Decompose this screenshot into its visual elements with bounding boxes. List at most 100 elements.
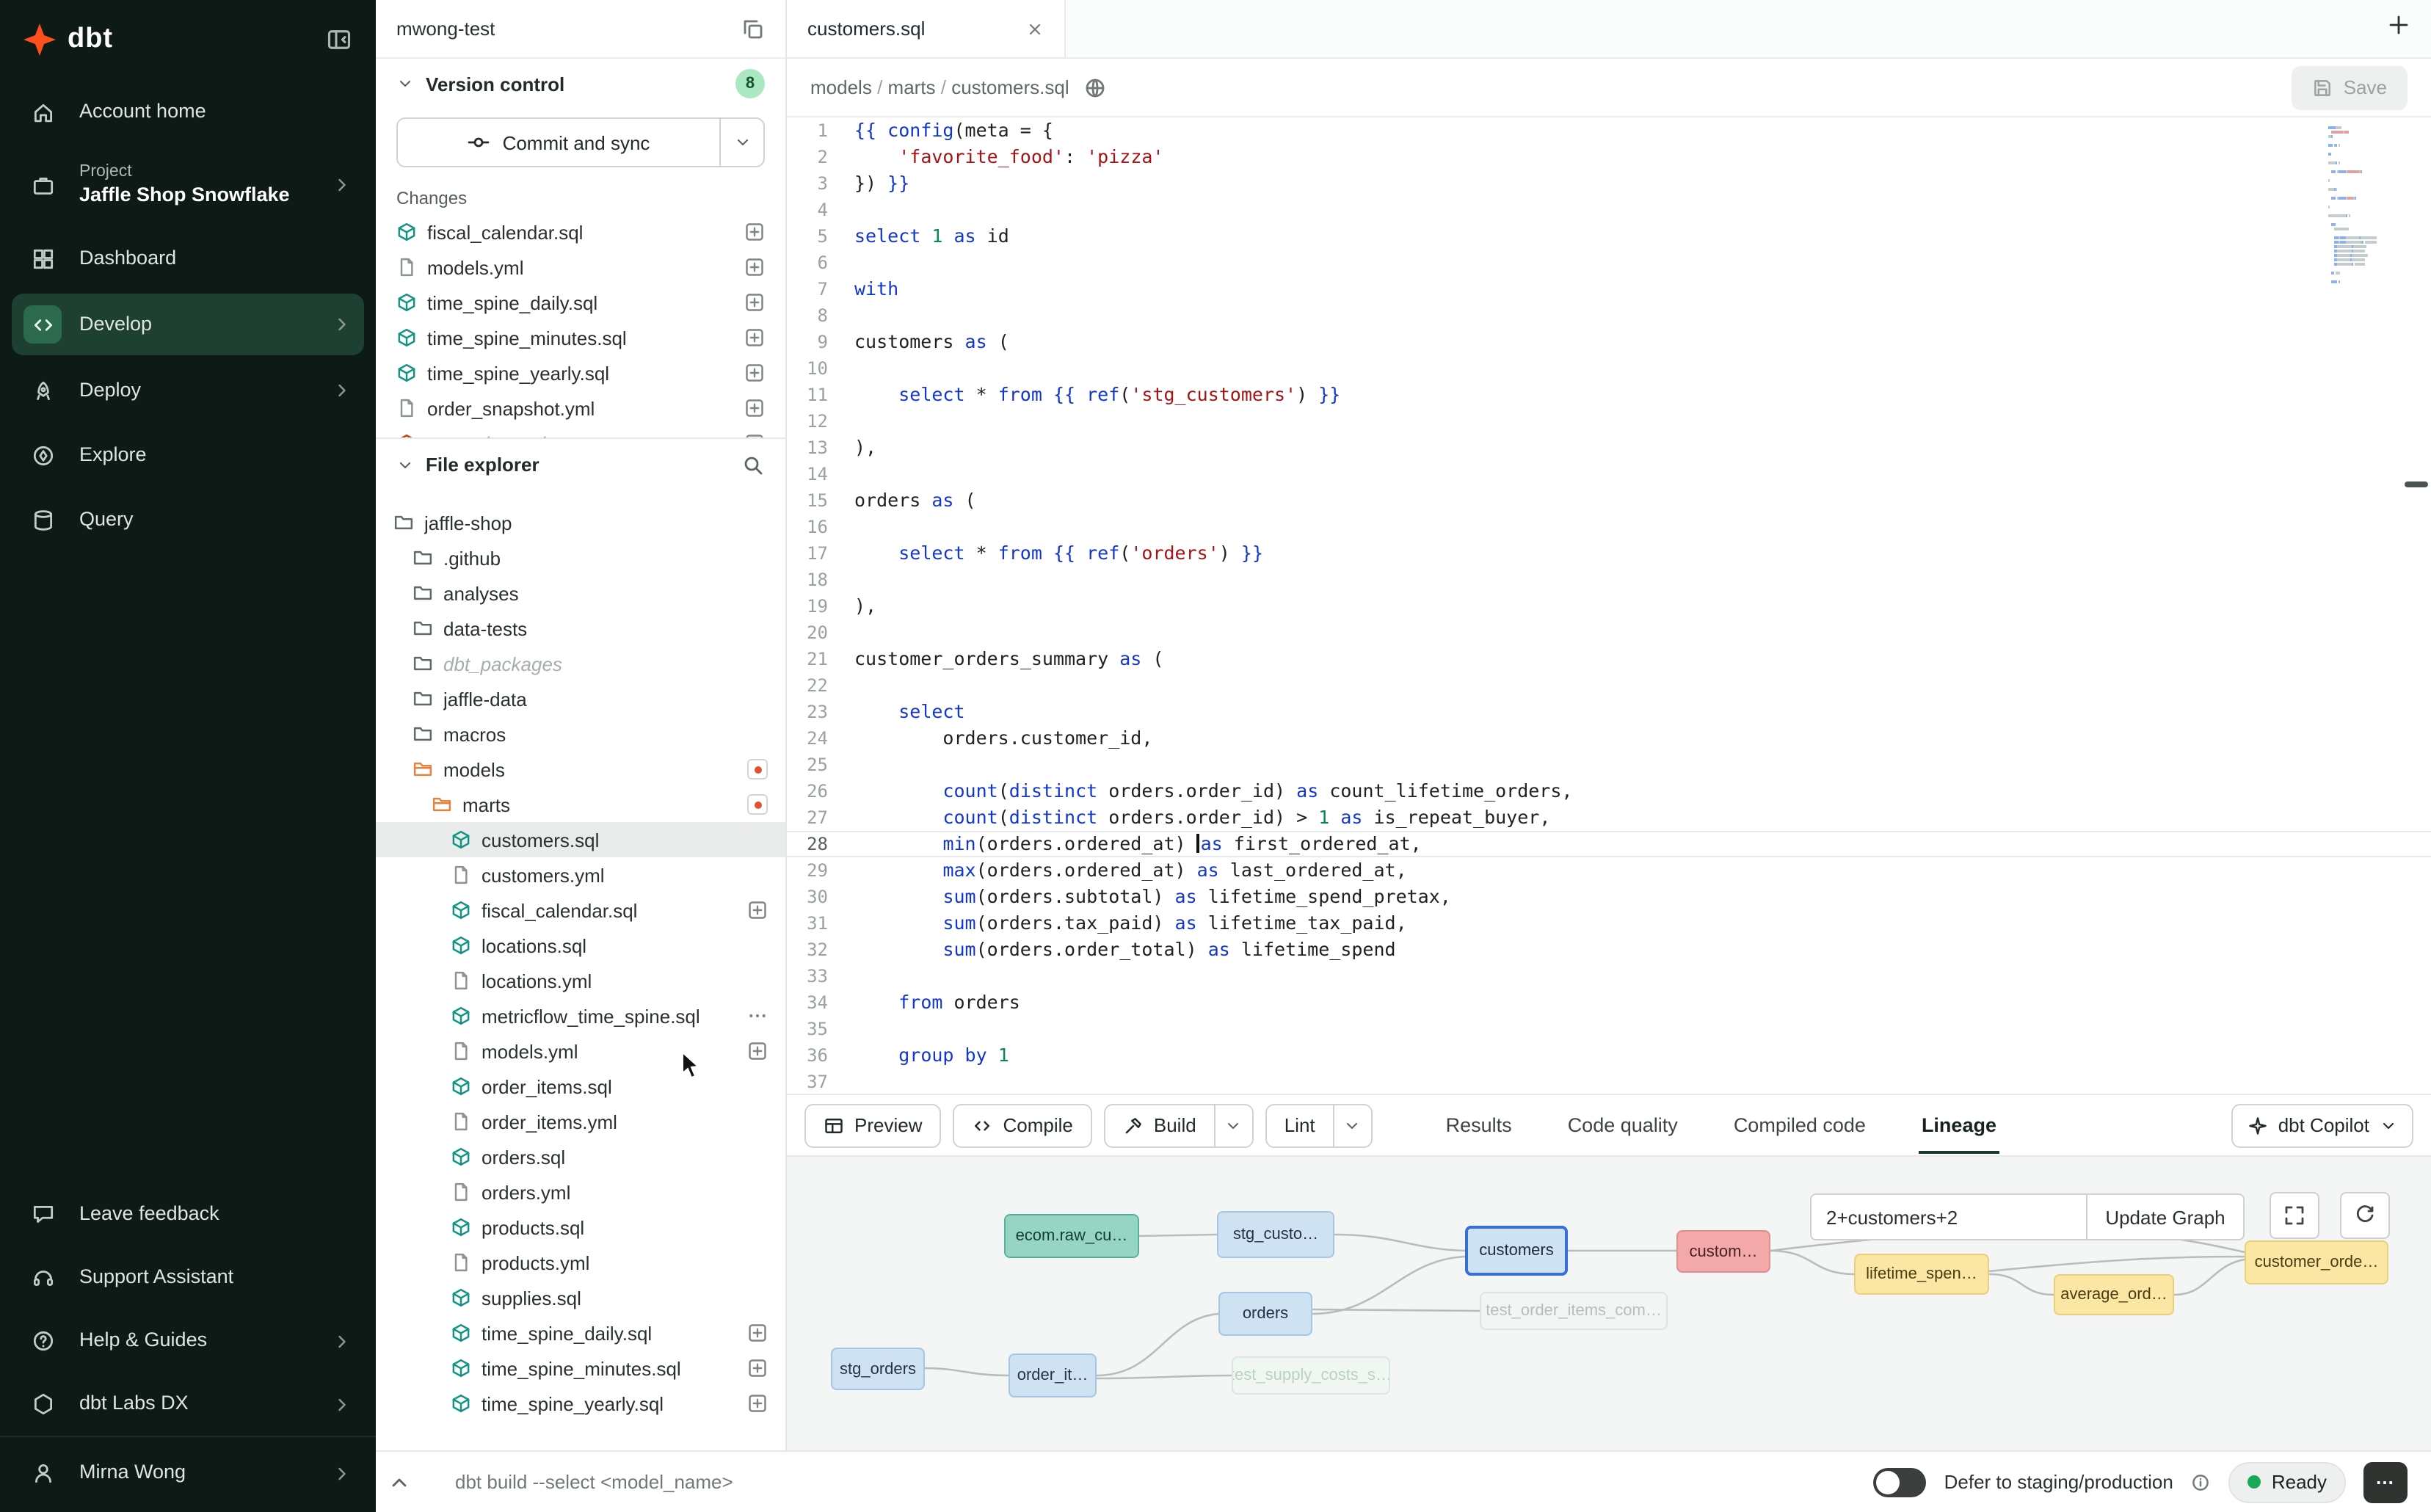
sidebar-item-mirna-wong[interactable]: Mirna Wong (0, 1436, 376, 1509)
file-tree-item-github[interactable]: .github (376, 540, 785, 575)
file-tree-item-time-spine-minutes-sql[interactable]: time_spine_minutes.sql (376, 1351, 785, 1386)
code-line-15[interactable]: 15orders as ( (787, 487, 2431, 514)
save-button[interactable]: Save (2292, 65, 2408, 109)
code-line-27[interactable]: 27 count(distinct orders.order_id) > 1 a… (787, 804, 2431, 831)
code-line-10[interactable]: 10 (787, 355, 2431, 382)
more-options-button[interactable]: … (2363, 1461, 2408, 1502)
lint-button[interactable]: Lint (1265, 1103, 1373, 1147)
file-tree-item-jaffle-data[interactable]: jaffle-data (376, 681, 785, 716)
sidebar-item-leave-feedback[interactable]: Leave feedback (0, 1183, 376, 1246)
search-icon[interactable] (741, 453, 765, 476)
code-line-21[interactable]: 21customer_orders_summary as ( (787, 646, 2431, 672)
file-tree-item-analyses[interactable]: analyses (376, 575, 785, 611)
defer-toggle[interactable] (1874, 1467, 1927, 1497)
sidebar-item-account-home[interactable]: Account home (0, 79, 376, 144)
file-tree-item-order-items-yml[interactable]: order_items.yml (376, 1104, 785, 1139)
change-item-time-spine-daily-sql[interactable]: time_spine_daily.sql (376, 285, 785, 320)
code-line-22[interactable]: 22 (787, 672, 2431, 699)
tab-customers-sql[interactable]: customers.sql (787, 0, 1066, 57)
change-item-time-spine-yearly-sql[interactable]: time_spine_yearly.sql (376, 355, 785, 390)
tab-code-quality[interactable]: Code quality (1565, 1098, 1681, 1152)
code-line-16[interactable]: 16 (787, 514, 2431, 540)
lineage-node-average-ord[interactable]: average_ord… (2054, 1274, 2174, 1315)
code-line-37[interactable]: 37 (787, 1069, 2431, 1094)
change-item-fiscal-calendar-sql[interactable]: fiscal_calendar.sql (376, 214, 785, 250)
chevron-up-icon[interactable] (388, 1470, 411, 1494)
sidebar-item-query[interactable]: Query (0, 487, 376, 552)
file-tree-item-marts[interactable]: marts (376, 787, 785, 822)
lineage-node-lifetime-spen[interactable]: lifetime_spen… (1854, 1254, 1989, 1295)
code-line-12[interactable]: 12 (787, 408, 2431, 435)
plus-icon[interactable] (2387, 13, 2410, 37)
info-icon[interactable] (2191, 1472, 2212, 1492)
collapse-sidebar-icon[interactable] (326, 26, 352, 53)
file-tree-item-time-spine-daily-sql[interactable]: time_spine_daily.sql (376, 1315, 785, 1351)
sidebar-item-dbt-labs-dx[interactable]: dbt Labs DX (0, 1373, 376, 1436)
code-line-30[interactable]: 30 sum(orders.subtotal) as lifetime_spen… (787, 884, 2431, 910)
lineage-node-customer-orde[interactable]: customer_orde… (2245, 1240, 2388, 1284)
code-line-34[interactable]: 34 from orders (787, 989, 2431, 1016)
code-line-5[interactable]: 5select 1 as id (787, 223, 2431, 250)
lineage-node-ecom-raw-cu[interactable]: ecom.raw_cu… (1004, 1214, 1139, 1258)
plus-square-icon[interactable] (744, 222, 765, 242)
file-tree-item-supplies-sql[interactable]: supplies.sql (376, 1280, 785, 1315)
preview-button[interactable]: Preview (804, 1103, 942, 1147)
code-line-36[interactable]: 36 group by 1 (787, 1042, 2431, 1069)
change-item-time-spine-minutes-sql[interactable]: time_spine_minutes.sql (376, 320, 785, 355)
compile-button[interactable]: Compile (953, 1103, 1092, 1147)
file-tree-item-models-yml[interactable]: models.yml (376, 1033, 785, 1069)
file-tree-item-macros[interactable]: macros (376, 716, 785, 752)
plus-square-icon[interactable] (744, 327, 765, 348)
lineage-node-stg-orders[interactable]: stg_orders (831, 1348, 925, 1390)
plus-square-icon[interactable] (747, 1041, 768, 1061)
code-line-9[interactable]: 9customers as ( (787, 329, 2431, 355)
sidebar-item-help-guides[interactable]: Help & Guides (0, 1309, 376, 1373)
plus-square-icon[interactable] (747, 1393, 768, 1414)
change-item-stg-orders-sql[interactable]: stg_orders.sql (376, 426, 785, 437)
lineage-node-order-it[interactable]: order_it… (1009, 1353, 1097, 1397)
file-tree-item-data-tests[interactable]: data-tests (376, 611, 785, 646)
lineage-fullscreen-button[interactable] (2270, 1192, 2319, 1239)
plus-square-icon[interactable] (744, 398, 765, 418)
code-line-2[interactable]: 2 'favorite_food': 'pizza' (787, 144, 2431, 170)
docs-icon[interactable] (1084, 76, 1108, 99)
lineage-refresh-button[interactable] (2340, 1192, 2390, 1239)
code-line-31[interactable]: 31 sum(orders.tax_paid) as lifetime_tax_… (787, 910, 2431, 937)
update-graph-button[interactable]: Update Graph (2086, 1193, 2245, 1240)
lineage-node-orders[interactable]: orders (1218, 1292, 1312, 1336)
file-tree-item-orders-sql[interactable]: orders.sql (376, 1139, 785, 1174)
change-item-models-yml[interactable]: models.yml (376, 250, 785, 285)
kebab-icon[interactable] (747, 1006, 768, 1026)
tab-lineage[interactable]: Lineage (1919, 1098, 1999, 1152)
plus-square-icon[interactable] (744, 363, 765, 383)
editor-minimap[interactable] (2328, 126, 2413, 289)
code-line-4[interactable]: 4 (787, 197, 2431, 223)
code-line-11[interactable]: 11 select * from {{ ref('stg_customers')… (787, 382, 2431, 408)
copy-icon[interactable] (741, 17, 765, 40)
sidebar-item-develop[interactable]: Develop (12, 294, 364, 355)
code-line-32[interactable]: 32 sum(orders.order_total) as lifetime_s… (787, 937, 2431, 963)
breadcrumb-models[interactable]: models (810, 76, 872, 98)
breadcrumb-marts[interactable]: marts (888, 76, 936, 98)
code-line-8[interactable]: 8 (787, 302, 2431, 329)
lineage-node-stg-custo[interactable]: stg_custo… (1217, 1211, 1334, 1258)
code-line-33[interactable]: 33 (787, 963, 2431, 989)
file-tree-item-time-spine-yearly-sql[interactable]: time_spine_yearly.sql (376, 1386, 785, 1421)
editor-scrollbar-thumb[interactable] (2405, 481, 2428, 487)
file-tree-item-dbt-packages[interactable]: dbt_packages (376, 646, 785, 681)
sidebar-item-project[interactable]: ProjectJaffle Shop Snowflake (0, 144, 376, 226)
code-line-6[interactable]: 6 (787, 250, 2431, 276)
plus-square-icon[interactable] (747, 1323, 768, 1343)
plus-square-icon[interactable] (744, 257, 765, 277)
code-line-3[interactable]: 3}) }} (787, 170, 2431, 197)
file-tree-item-customers-yml[interactable]: customers.yml (376, 857, 785, 893)
file-tree-item-models[interactable]: models (376, 752, 785, 787)
code-line-29[interactable]: 29 max(orders.ordered_at) as last_ordere… (787, 857, 2431, 884)
version-control-header[interactable]: Version control 8 (376, 59, 785, 109)
code-line-20[interactable]: 20 (787, 619, 2431, 646)
file-tree-item-fiscal-calendar-sql[interactable]: fiscal_calendar.sql (376, 893, 785, 928)
code-line-35[interactable]: 35 (787, 1016, 2431, 1042)
code-line-26[interactable]: 26 count(distinct orders.order_id) as co… (787, 778, 2431, 804)
code-line-23[interactable]: 23 select (787, 699, 2431, 725)
file-tree-item-metricflow-time-spine-sql[interactable]: metricflow_time_spine.sql (376, 998, 785, 1033)
